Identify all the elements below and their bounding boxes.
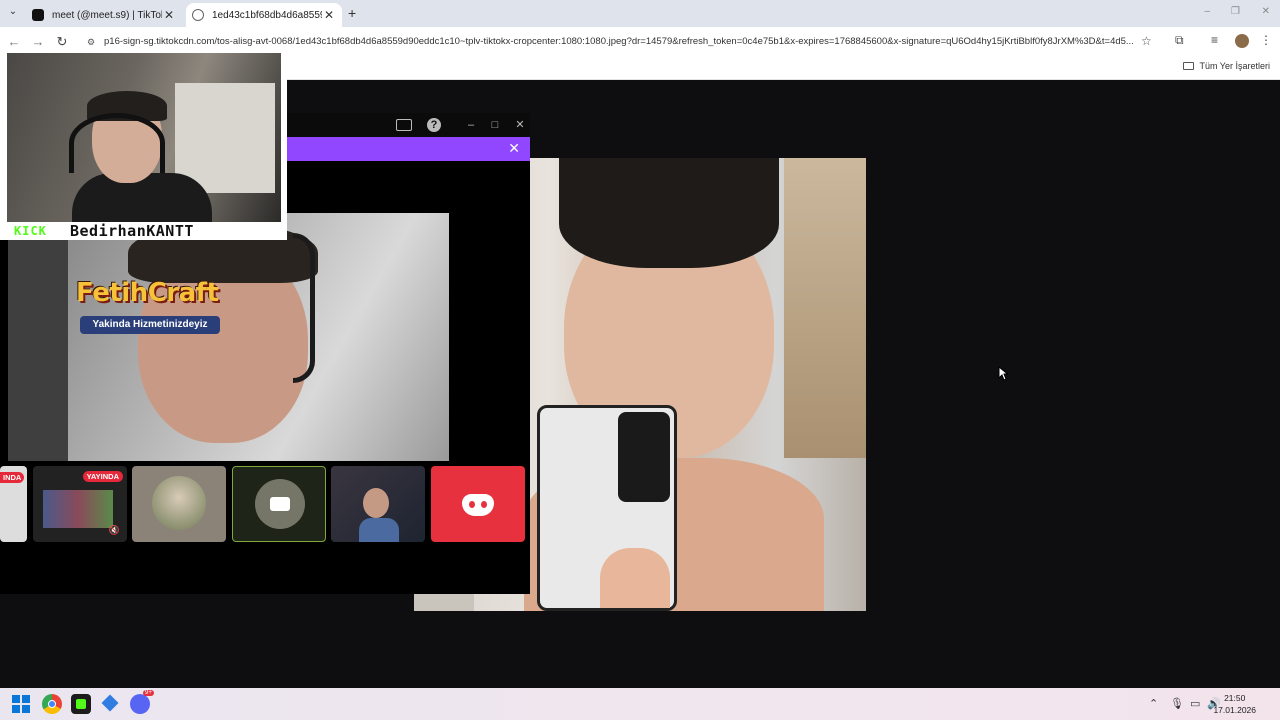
globe-icon <box>192 9 204 21</box>
discord-icon <box>462 494 494 516</box>
streamer-name: BedirhanKANTT <box>70 222 194 240</box>
extensions-icon[interactable]: ⧉ <box>1175 33 1184 48</box>
tab-title: meet (@meet.s9) | TikTok <box>52 9 162 21</box>
participant-body <box>359 518 399 542</box>
headphones-icon <box>293 233 315 383</box>
notification-badge: 9+ <box>143 690 154 696</box>
tab-close-icon[interactable]: ✕ <box>322 8 336 22</box>
tab-strip: ⌄ meet (@meet.s9) | TikTok ✕ 1ed43c1bf68… <box>0 0 1280 27</box>
system-clock[interactable]: 21:50 17.01.2026 <box>1213 692 1256 716</box>
overlay-titlebar: ? – □ ✕ <box>287 113 530 137</box>
mouse-cursor-icon <box>998 366 1008 381</box>
tab-search-chevron-icon[interactable]: ⌄ <box>6 6 20 20</box>
menu-kebab-icon[interactable]: ⋮ <box>1260 33 1272 47</box>
screen-share-icon[interactable] <box>396 119 412 131</box>
thumbnail-discord[interactable] <box>431 466 525 542</box>
image-hair <box>559 158 779 268</box>
image-towel <box>784 158 866 458</box>
overlay-minimize-icon[interactable]: – <box>464 118 478 132</box>
all-bookmarks-button[interactable]: Tüm Yer İşaretleri <box>1183 61 1270 71</box>
tiktok-icon <box>32 9 44 21</box>
thumbnail-participant-1[interactable] <box>132 466 226 542</box>
kick-app-icon[interactable] <box>71 694 91 714</box>
overlay-banner: ✕ <box>287 137 530 161</box>
network-icon[interactable]: ▭ <box>1190 697 1200 710</box>
tray-overflow-icon[interactable]: ⌃ <box>1149 697 1158 710</box>
headphones-icon <box>69 113 165 173</box>
tab-close-icon[interactable]: ✕ <box>162 8 176 22</box>
window-maximize-icon[interactable]: ❐ <box>1231 6 1240 17</box>
new-tab-button[interactable]: + <box>348 5 356 21</box>
discord-taskbar-icon[interactable]: 9+ <box>130 690 154 714</box>
tab-tiktok[interactable]: meet (@meet.s9) | TikTok ✕ <box>26 3 182 27</box>
tab-image[interactable]: 1ed43c1bf68db4d6a8559d90edc ✕ <box>186 3 342 27</box>
thumbnail-screen <box>43 490 113 528</box>
webcam-video <box>7 53 281 222</box>
thumbnail-live-1[interactable]: INDA <box>0 466 27 542</box>
help-icon[interactable]: ? <box>427 118 441 132</box>
profile-avatar[interactable] <box>1235 34 1249 48</box>
overlay-maximize-icon[interactable]: □ <box>488 118 502 132</box>
window-close-icon[interactable]: ✕ <box>1262 6 1270 17</box>
main-video-feed: FetihCraft Yakinda Hizmetinizdeyiz <box>8 213 449 461</box>
thumbnail-camera-off[interactable] <box>232 466 326 542</box>
microphone-icon[interactable]: 🎙 <box>1170 697 1184 710</box>
participant-face <box>363 488 389 518</box>
app-diamond-icon[interactable] <box>100 694 120 714</box>
live-badge: YAYINDA <box>82 471 123 482</box>
window-minimize-icon[interactable]: – <box>1204 6 1210 17</box>
phone-camera-module <box>618 412 670 502</box>
image-hand <box>600 548 670 608</box>
image-phone <box>537 405 677 611</box>
overlay-close-icon[interactable]: ✕ <box>513 118 527 132</box>
taskbar: 9+ ⌃ 🎙 ▭ 🔊 21:50 17.01.2026 <box>0 688 1280 720</box>
video-background-door <box>8 213 68 461</box>
tab-title: 1ed43c1bf68db4d6a8559d90edc <box>212 9 322 21</box>
live-badge: INDA <box>0 472 25 483</box>
folder-icon <box>1183 62 1195 70</box>
bookmark-star-icon[interactable]: ☆ <box>1141 34 1152 48</box>
banner-close-icon[interactable]: ✕ <box>508 140 520 157</box>
windows-start-icon[interactable] <box>12 695 30 713</box>
muted-speaker-icon[interactable]: 🔇 <box>109 525 120 536</box>
fetihcraft-logo: FetihCraft Yakinda Hizmetinizdeyiz <box>68 258 228 348</box>
clock-time: 21:50 <box>1224 693 1246 703</box>
camera-icon <box>270 497 290 511</box>
clock-date: 17.01.2026 <box>1213 705 1256 715</box>
kick-logo: KICK <box>14 224 47 238</box>
all-bookmarks-label: Tüm Yer İşaretleri <box>1199 61 1270 71</box>
webcam-shirt <box>72 173 212 222</box>
participant-thumbnails: INDA YAYINDA 🔇 <box>0 466 530 542</box>
chrome-icon[interactable] <box>42 694 62 714</box>
webcam-overlay: KICK BedirhanKANTT <box>0 47 287 240</box>
media-controls-icon[interactable]: ≡ <box>1211 33 1218 47</box>
logo-subtitle: Yakinda Hizmetinizdeyiz <box>80 316 220 334</box>
url-text: p16-sign-sg.tiktokcdn.com/tos-alisg-avt-… <box>104 36 1134 47</box>
thumbnail-participant-2[interactable] <box>331 466 425 542</box>
participant-avatar <box>152 476 206 530</box>
thumbnail-live-2[interactable]: YAYINDA 🔇 <box>33 466 127 542</box>
logo-title: FetihCraft <box>76 278 219 308</box>
